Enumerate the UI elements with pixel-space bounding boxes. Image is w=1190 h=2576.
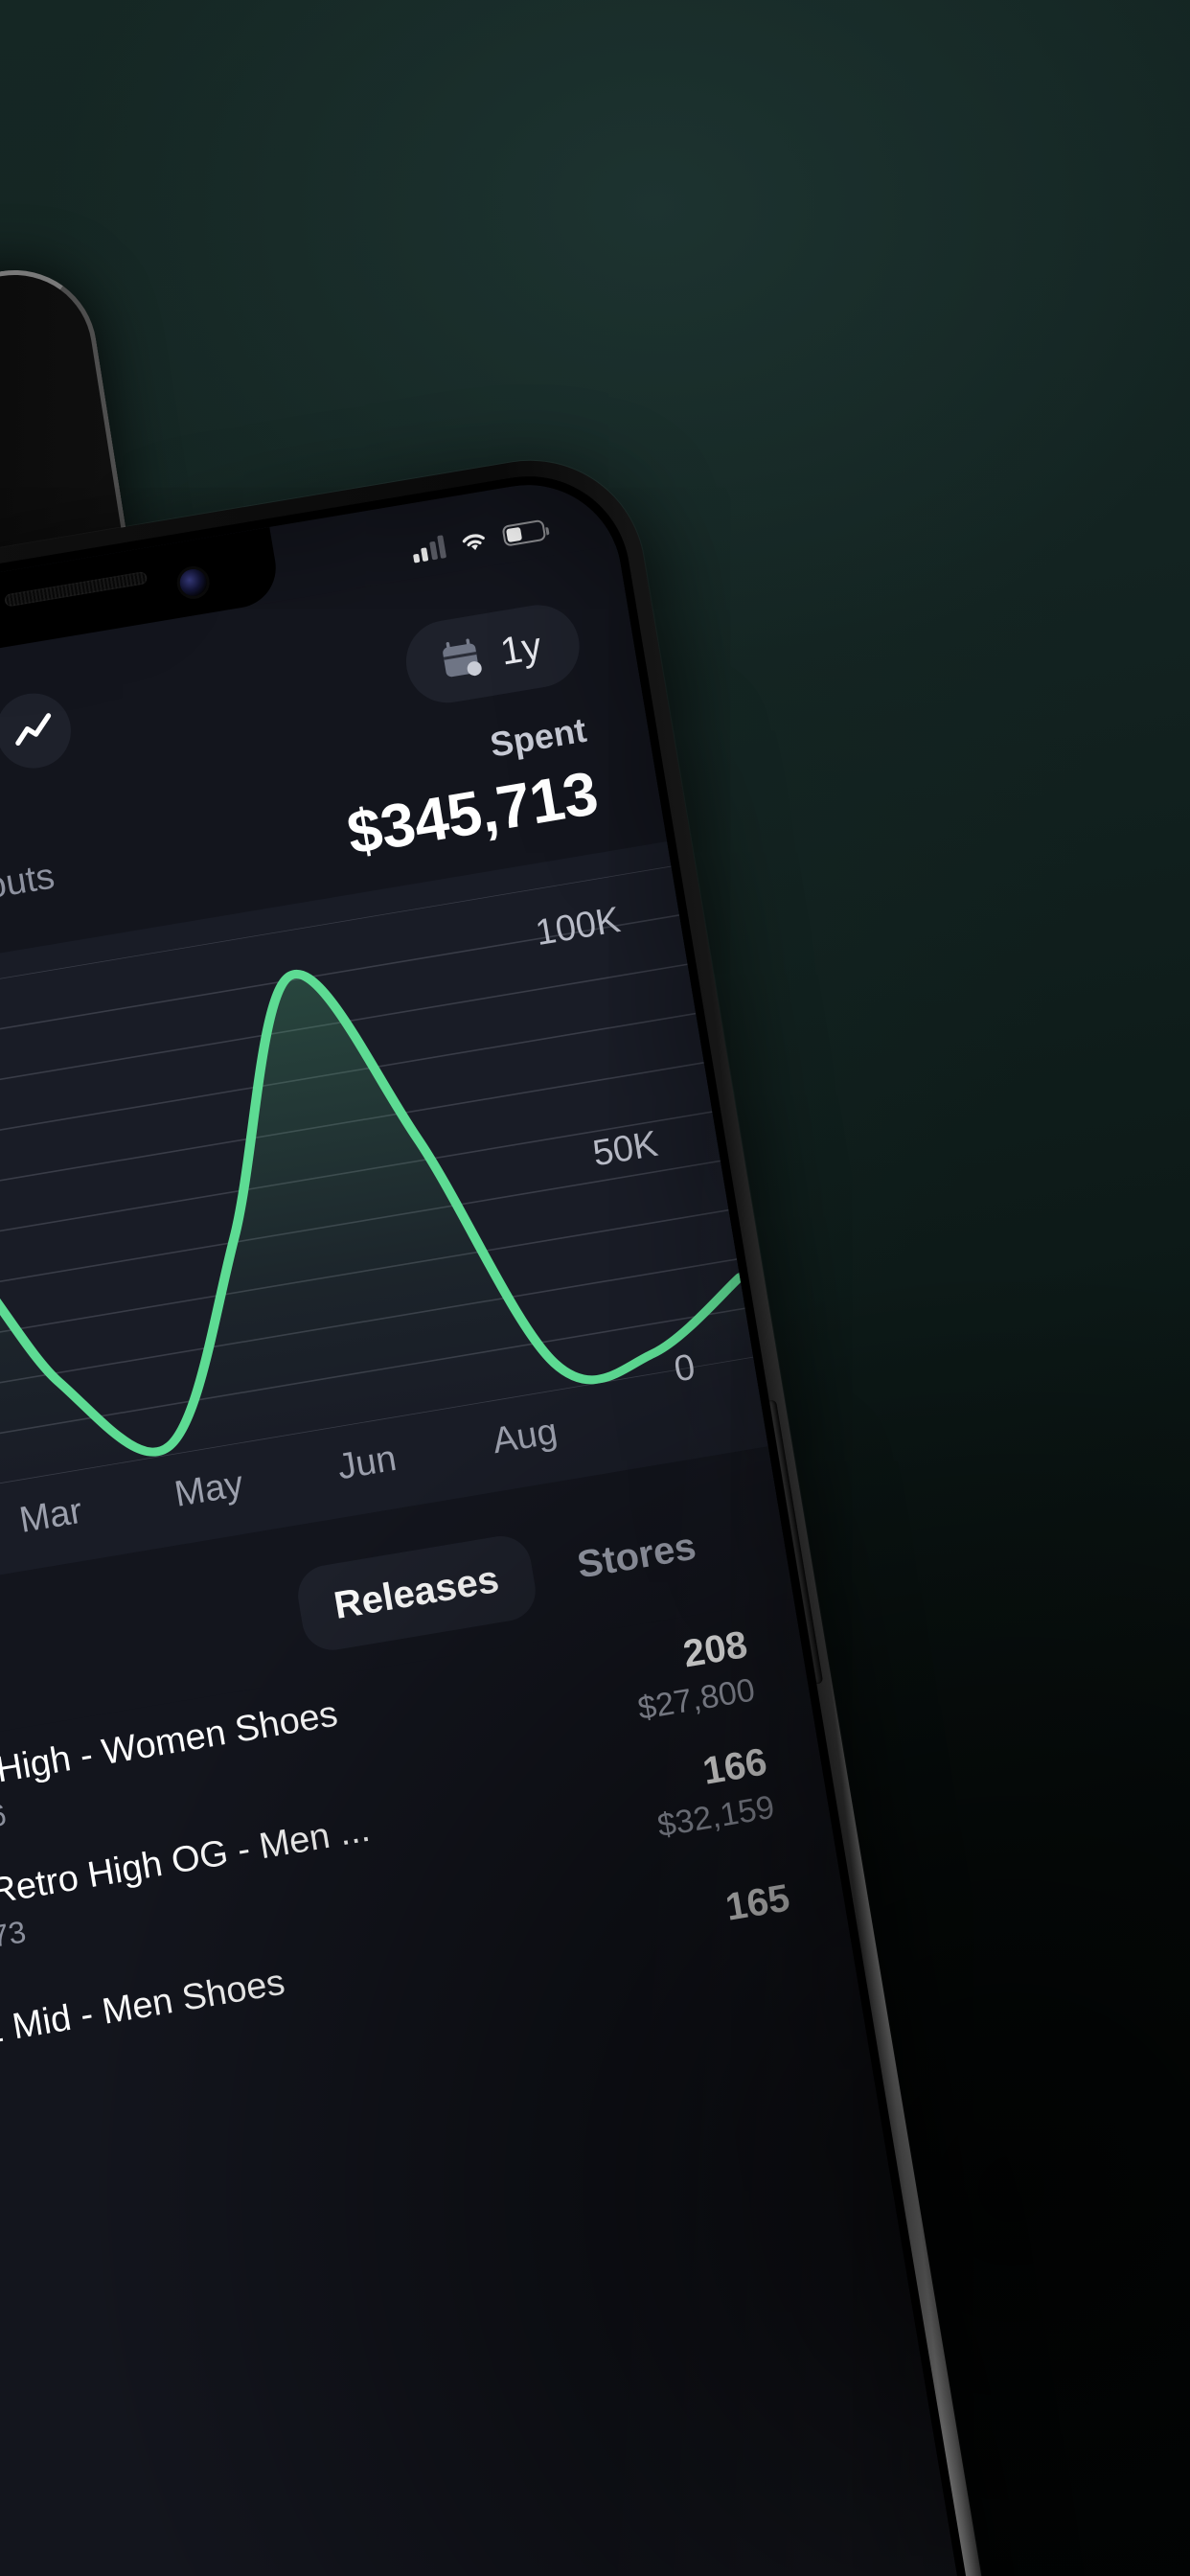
summary-metric: Spent $345,713	[334, 708, 610, 868]
y-axis-tick: 100K	[532, 900, 624, 954]
y-axis-tick: 50K	[589, 1123, 661, 1175]
item-count: 165	[722, 1875, 793, 1929]
date-range-label: 1y	[497, 624, 545, 674]
item-stats: 208 $27,800	[628, 1623, 758, 1728]
tab-releases[interactable]: Releases	[293, 1531, 540, 1655]
x-axis-tick: Aug	[490, 1411, 561, 1461]
phone-body: 03	[0, 461, 999, 2576]
cellular-signal-icon	[410, 535, 447, 564]
x-axis-tick: Mar	[16, 1490, 85, 1541]
earpiece-speaker-icon	[4, 570, 149, 608]
analytics-screen: nalytics	[0, 544, 990, 2576]
wifi-icon	[462, 534, 485, 550]
item-stats: 166 $32,159	[647, 1740, 777, 1845]
x-axis-tick: May	[172, 1463, 246, 1515]
calendar-icon	[442, 638, 482, 678]
x-axis-tick: Jun	[334, 1438, 400, 1487]
battery-icon	[501, 518, 550, 547]
tab-stores[interactable]: Stores	[537, 1499, 736, 1614]
item-stats: 165	[722, 1876, 793, 1935]
line-chart-icon	[15, 713, 52, 746]
scene-backdrop: 03	[0, 0, 1190, 2576]
line-chart-toggle[interactable]	[0, 687, 77, 774]
tab-checkouts[interactable]: Checkouts	[0, 830, 93, 952]
front-camera-icon	[177, 566, 209, 599]
status-bar-right	[410, 518, 550, 564]
phone-screen: 03	[0, 471, 990, 2576]
foreground-phone: 03	[0, 443, 1018, 2576]
